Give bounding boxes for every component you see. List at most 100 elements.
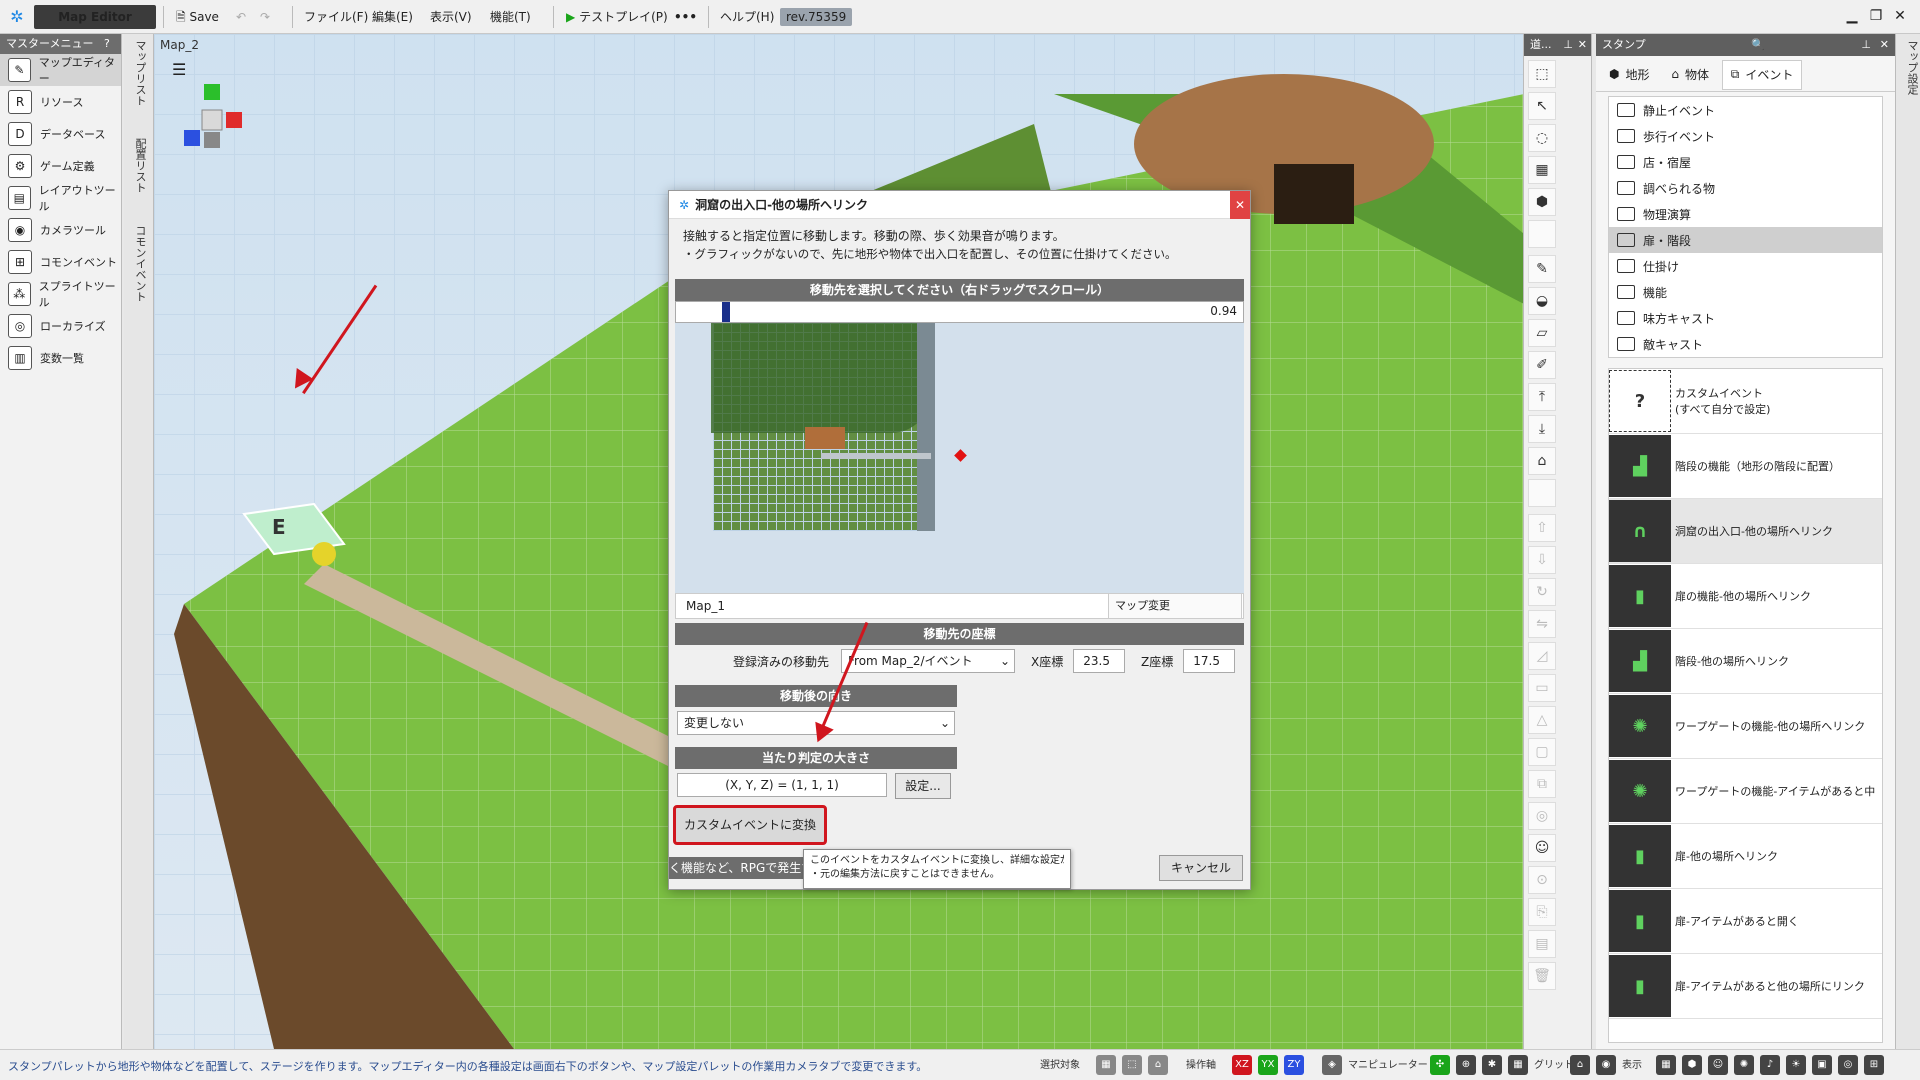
close-icon[interactable]: ✕ [1890,6,1910,26]
select-all-icon[interactable]: ▦ [1096,1055,1116,1075]
tab-common-event[interactable]: コモンイベント [124,219,156,308]
down-icon[interactable]: ⇩ [1528,546,1556,574]
stamp-item[interactable]: ▮ 扉-アイテムがあると開く [1609,889,1882,954]
display-effect-icon[interactable]: ✺ [1734,1055,1754,1075]
help-icon[interactable]: ? [104,34,110,54]
stamp-item[interactable]: ▟ 階段の機能（地形の階段に配置） [1609,434,1882,499]
menu-item-map-editor[interactable]: ✎ マップエディター [0,54,121,86]
menu-file[interactable]: ファイル(F) [298,5,374,29]
menu-help[interactable]: ヘルプ(H) [714,5,780,29]
coin-icon[interactable]: ⊙ [1528,866,1556,894]
triangle-icon[interactable]: △ [1528,706,1556,734]
gizmo-icon[interactable]: ✣ [1430,1055,1450,1075]
tile-pick-icon[interactable]: ▦ [1528,156,1556,184]
target-icon[interactable]: ◎ [1528,802,1556,830]
slope-icon[interactable]: ◿ [1528,642,1556,670]
folder-item[interactable]: 機能 [1609,279,1882,305]
restore-icon[interactable]: ❐ [1866,6,1886,26]
tab-map-settings[interactable]: マップ設定 [1896,34,1920,101]
pencil-icon[interactable]: ✎ [1528,255,1556,283]
dialog-close-icon[interactable]: ✕ [1230,191,1250,219]
up-icon[interactable]: ⇧ [1528,514,1556,542]
select-object-icon[interactable]: ⬚ [1122,1055,1142,1075]
more-button[interactable]: ••• [668,5,703,29]
menu-view[interactable]: 表示(V) [424,5,478,29]
select-rect-icon[interactable]: ⬚ [1528,60,1556,88]
display-grid-icon[interactable]: ▦ [1656,1055,1676,1075]
menu-item-resource[interactable]: R リソース [0,86,121,118]
menu-item-game-definition[interactable]: ⚙ ゲーム定義 [0,150,121,182]
folder-item[interactable]: 敵キャスト [1609,331,1882,357]
display-light-icon[interactable]: ☀ [1786,1055,1806,1075]
zoom-slider[interactable]: 0.94 [675,301,1244,323]
undo-button[interactable]: ↶ [230,5,252,29]
destination-map-preview[interactable] [675,323,1244,593]
menu-edit[interactable]: 編集(E) [366,5,419,29]
pick-icon[interactable]: ⤓ [1528,415,1556,443]
figure-icon[interactable]: ☺ [1528,834,1556,862]
rotate-icon[interactable]: ↻ [1528,578,1556,606]
cube-icon[interactable]: ⬢ [1528,188,1556,216]
stamp-item[interactable]: ▟ 階段-他の場所へリンク [1609,629,1882,694]
redo-button[interactable]: ↷ [254,5,276,29]
camera-icon[interactable]: ◉ [1596,1055,1616,1075]
folder-item[interactable]: 仕掛け [1609,253,1882,279]
snap-icon[interactable]: ✱ [1482,1055,1502,1075]
menu-item-localize[interactable]: ◎ ローカライズ [0,310,121,342]
eraser-icon[interactable]: ▱ [1528,319,1556,347]
menu-item-camera-tool[interactable]: ◉ カメラツール [0,214,121,246]
menu-item-common-event[interactable]: ⊞ コモンイベント [0,246,121,278]
manipulator-icon[interactable]: ◈ [1322,1055,1342,1075]
stamp-item[interactable]: ▮ 扉-アイテムがあると他の場所にリンク [1609,954,1882,1019]
select-pointer-icon[interactable]: ↖ [1528,92,1556,120]
copy-icon[interactable]: ⧉ [1528,770,1556,798]
trash-icon[interactable]: 🗑 [1528,962,1556,990]
tab-event[interactable]: ⧉ イベント [1721,59,1803,90]
tab-placement-list[interactable]: 配置リスト [124,132,156,199]
z-coord-stepper[interactable]: 17.5 [1183,649,1235,673]
axis-zy-button[interactable]: ZY [1284,1055,1304,1075]
clipboard-icon[interactable]: ▤ [1528,930,1556,958]
map-change-button[interactable]: マップ変更 [1108,593,1242,619]
paste-icon[interactable]: ⎘ [1528,898,1556,926]
folder-item[interactable]: 歩行イベント [1609,123,1882,149]
close-icon[interactable]: ✕ [1578,34,1587,56]
axis-xz-button[interactable]: XZ [1232,1055,1252,1075]
menu-function[interactable]: 機能(T) [484,5,537,29]
select-lasso-icon[interactable]: ◌ [1528,124,1556,152]
folder-item[interactable]: 静止イベント [1609,97,1882,123]
registered-dest-select[interactable]: From Map_2/イベント ⌄ [841,649,1015,673]
stamp-item[interactable]: ∩ 洞窟の出入口-他の場所へリンク [1609,499,1882,564]
eyedropper-icon[interactable]: ✐ [1528,351,1556,379]
globe-icon[interactable]: ⊕ [1456,1055,1476,1075]
raise-icon[interactable]: ⤒ [1528,383,1556,411]
stamp-item[interactable]: ▮ 扉-他の場所へリンク [1609,824,1882,889]
tab-map-list[interactable]: マップリスト [124,34,156,112]
grid-icon[interactable]: ▦ [1508,1055,1528,1075]
cancel-button[interactable]: キャンセル [1159,855,1243,881]
folder-item[interactable]: 味方キャスト [1609,305,1882,331]
axis-gizmo[interactable] [180,82,246,152]
tab-terrain[interactable]: ⬢ 地形 [1600,59,1659,89]
folder-item[interactable]: 物理演算 [1609,201,1882,227]
stamp-item[interactable]: ✺ ワープゲートの機能-他の場所へリンク [1609,694,1882,759]
stamp-item[interactable]: ? カスタムイベント (すべて自分で設定) [1609,369,1882,434]
display-collision-icon[interactable]: ▣ [1812,1055,1832,1075]
hitbox-settings-button[interactable]: 設定... [895,773,951,799]
display-cube-icon[interactable]: ⬢ [1682,1055,1702,1075]
select-event-icon[interactable]: ⌂ [1148,1055,1168,1075]
display-char-icon[interactable]: ☺ [1708,1055,1728,1075]
flip-icon[interactable]: ⇋ [1528,610,1556,638]
stamp-item[interactable]: ✺ ワープゲートの機能-アイテムがあると中 [1609,759,1882,824]
menu-item-sprite-tool[interactable]: ⁂ スプライトツール [0,278,121,310]
x-coord-stepper[interactable]: 23.5 [1073,649,1125,673]
viewport-menu-icon[interactable]: ☰ [172,60,186,79]
home-view-icon[interactable]: ⌂ [1570,1055,1590,1075]
pin-icon[interactable]: ⊥ [1563,34,1573,56]
stamp-item[interactable]: ▮ 扉の機能-他の場所へリンク [1609,564,1882,629]
pin-icon[interactable]: ⊥ [1861,34,1871,56]
axis-yx-button[interactable]: YX [1258,1055,1278,1075]
close-icon[interactable]: ✕ [1880,34,1889,56]
menu-item-layout-tool[interactable]: ▤ レイアウトツール [0,182,121,214]
home-icon[interactable]: ⌂ [1528,447,1556,475]
